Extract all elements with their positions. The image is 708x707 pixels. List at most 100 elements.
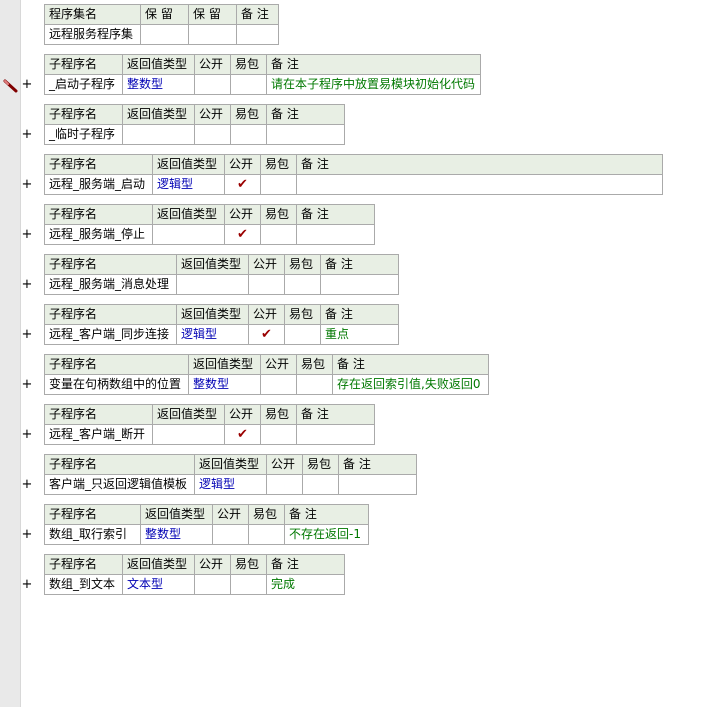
note-cell[interactable]: 请在本子程序中放置易模块初始化代码	[266, 74, 481, 95]
expand-plus-icon[interactable]: +	[21, 127, 33, 143]
header-return-type: 返回值类型	[152, 404, 225, 425]
subroutine-name-cell[interactable]: 远程_服务端_消息处理	[44, 274, 177, 295]
header-note: 备 注	[320, 304, 399, 325]
assembly-header-reserved-2: 保 留	[188, 4, 237, 25]
header-note: 备 注	[266, 554, 345, 575]
header-public: 公开	[248, 304, 285, 325]
subroutine-name-cell[interactable]: 客户端_只返回逻辑值模板	[44, 474, 195, 495]
header-name: 子程序名	[44, 404, 153, 425]
easy-pack-cell[interactable]	[260, 224, 297, 245]
return-type-cell[interactable]: 逻辑型	[194, 474, 267, 495]
easy-pack-cell[interactable]	[260, 174, 297, 195]
note-cell[interactable]	[296, 424, 375, 445]
subroutine-table: 子程序名 返回值类型 公开 易包备 注 数组_取行索引 整数型 不存在返回-1	[44, 504, 369, 545]
header-return-type: 返回值类型	[152, 204, 225, 225]
header-name: 子程序名	[44, 204, 153, 225]
subroutine-table: 子程序名 返回值类型 公开 易包备 注 _启动子程序 整数型 请在本子程序中放置易模块初始…	[44, 54, 481, 95]
header-public: 公开	[194, 54, 231, 75]
public-cell[interactable]	[266, 474, 303, 495]
assembly-note-cell[interactable]	[236, 24, 279, 45]
easy-pack-cell[interactable]	[260, 424, 297, 445]
return-type-cell[interactable]	[176, 274, 249, 295]
note-cell[interactable]	[320, 274, 399, 295]
return-type-cell[interactable]	[152, 224, 225, 245]
return-type-cell[interactable]: 整数型	[122, 74, 195, 95]
easy-pack-cell[interactable]	[248, 524, 285, 545]
header-easy-pack: 易包	[260, 204, 297, 225]
public-cell[interactable]	[194, 574, 231, 595]
header-note: 备 注	[320, 254, 399, 275]
subroutine-name-cell[interactable]: _临时子程序	[44, 124, 123, 145]
header-note: 备 注	[266, 104, 345, 125]
header-name: 子程序名	[44, 154, 153, 175]
return-type-cell[interactable]	[152, 424, 225, 445]
expand-plus-icon[interactable]: +	[21, 227, 33, 243]
easy-pack-cell[interactable]	[230, 124, 267, 145]
public-cell[interactable]	[194, 124, 231, 145]
expand-plus-icon[interactable]: +	[21, 177, 33, 193]
assembly-header-name: 程序集名	[44, 4, 141, 25]
header-public: 公开	[224, 154, 261, 175]
subroutine-name-cell[interactable]: 数组_取行索引	[44, 524, 141, 545]
subroutine-name-cell[interactable]: 远程_服务端_停止	[44, 224, 153, 245]
expand-plus-icon[interactable]: +	[21, 77, 33, 93]
subroutine-name-cell[interactable]: 远程_客户端_同步连接	[44, 324, 177, 345]
expand-plus-icon[interactable]: +	[21, 527, 33, 543]
return-type-cell[interactable]: 整数型	[188, 374, 261, 395]
header-name: 子程序名	[44, 454, 195, 475]
public-cell[interactable]	[260, 374, 297, 395]
easy-pack-cell[interactable]	[302, 474, 339, 495]
return-type-cell[interactable]	[122, 124, 195, 145]
public-check-icon[interactable]: ✔	[224, 424, 261, 445]
header-return-type: 返回值类型	[176, 254, 249, 275]
subroutine-table: 子程序名 返回值类型 公开 易包备 注 远程_服务端_消息处理	[44, 254, 399, 295]
subroutine-name-cell[interactable]: 变量在句柄数组中的位置	[44, 374, 189, 395]
subroutine-name-cell[interactable]: 远程_服务端_启动	[44, 174, 153, 195]
subroutine-name-cell[interactable]: 数组_到文本	[44, 574, 123, 595]
header-public: 公开	[194, 104, 231, 125]
easy-pack-cell[interactable]	[284, 274, 321, 295]
header-public: 公开	[248, 254, 285, 275]
note-cell[interactable]: 存在返回索引值,失败返回0	[332, 374, 489, 395]
expand-plus-icon[interactable]: +	[21, 427, 33, 443]
public-check-icon[interactable]: ✔	[224, 224, 261, 245]
return-type-cell[interactable]: 逻辑型	[152, 174, 225, 195]
subroutine-table: 子程序名 返回值类型 公开 易包备 注 远程_服务端_停止 ✔	[44, 204, 375, 245]
easy-pack-cell[interactable]	[230, 574, 267, 595]
subroutine-name-cell[interactable]: _启动子程序	[44, 74, 123, 95]
expand-plus-icon[interactable]: +	[21, 327, 33, 343]
assembly-reserved-cell-1[interactable]	[140, 24, 189, 45]
expand-plus-icon[interactable]: +	[21, 577, 33, 593]
expand-plus-icon[interactable]: +	[21, 377, 33, 393]
return-type-cell[interactable]: 整数型	[140, 524, 213, 545]
header-return-type: 返回值类型	[122, 54, 195, 75]
public-check-icon[interactable]: ✔	[248, 324, 285, 345]
assembly-name-cell[interactable]: 远程服务程序集	[44, 24, 141, 45]
public-check-icon[interactable]: ✔	[224, 174, 261, 195]
expand-plus-icon[interactable]: +	[21, 477, 33, 493]
public-cell[interactable]	[248, 274, 285, 295]
assembly-reserved-cell-2[interactable]	[188, 24, 237, 45]
header-return-type: 返回值类型	[122, 104, 195, 125]
public-cell[interactable]	[212, 524, 249, 545]
subroutine-name-cell[interactable]: 远程_客户端_断开	[44, 424, 153, 445]
easy-pack-cell[interactable]	[296, 374, 333, 395]
note-cell[interactable]: 不存在返回-1	[284, 524, 369, 545]
return-type-cell[interactable]: 逻辑型	[176, 324, 249, 345]
header-easy-pack: 易包	[260, 154, 297, 175]
note-cell[interactable]: 完成	[266, 574, 345, 595]
note-cell[interactable]	[338, 474, 417, 495]
expand-plus-icon[interactable]: +	[21, 277, 33, 293]
header-return-type: 返回值类型	[194, 454, 267, 475]
header-return-type: 返回值类型	[140, 504, 213, 525]
easy-pack-cell[interactable]	[284, 324, 321, 345]
note-cell[interactable]	[296, 174, 663, 195]
note-cell[interactable]: 重点	[320, 324, 399, 345]
header-return-type: 返回值类型	[188, 354, 261, 375]
easy-pack-cell[interactable]	[230, 74, 267, 95]
return-type-cell[interactable]: 文本型	[122, 574, 195, 595]
note-cell[interactable]	[296, 224, 375, 245]
public-cell[interactable]	[194, 74, 231, 95]
header-easy-pack: 易包	[296, 354, 333, 375]
note-cell[interactable]	[266, 124, 345, 145]
